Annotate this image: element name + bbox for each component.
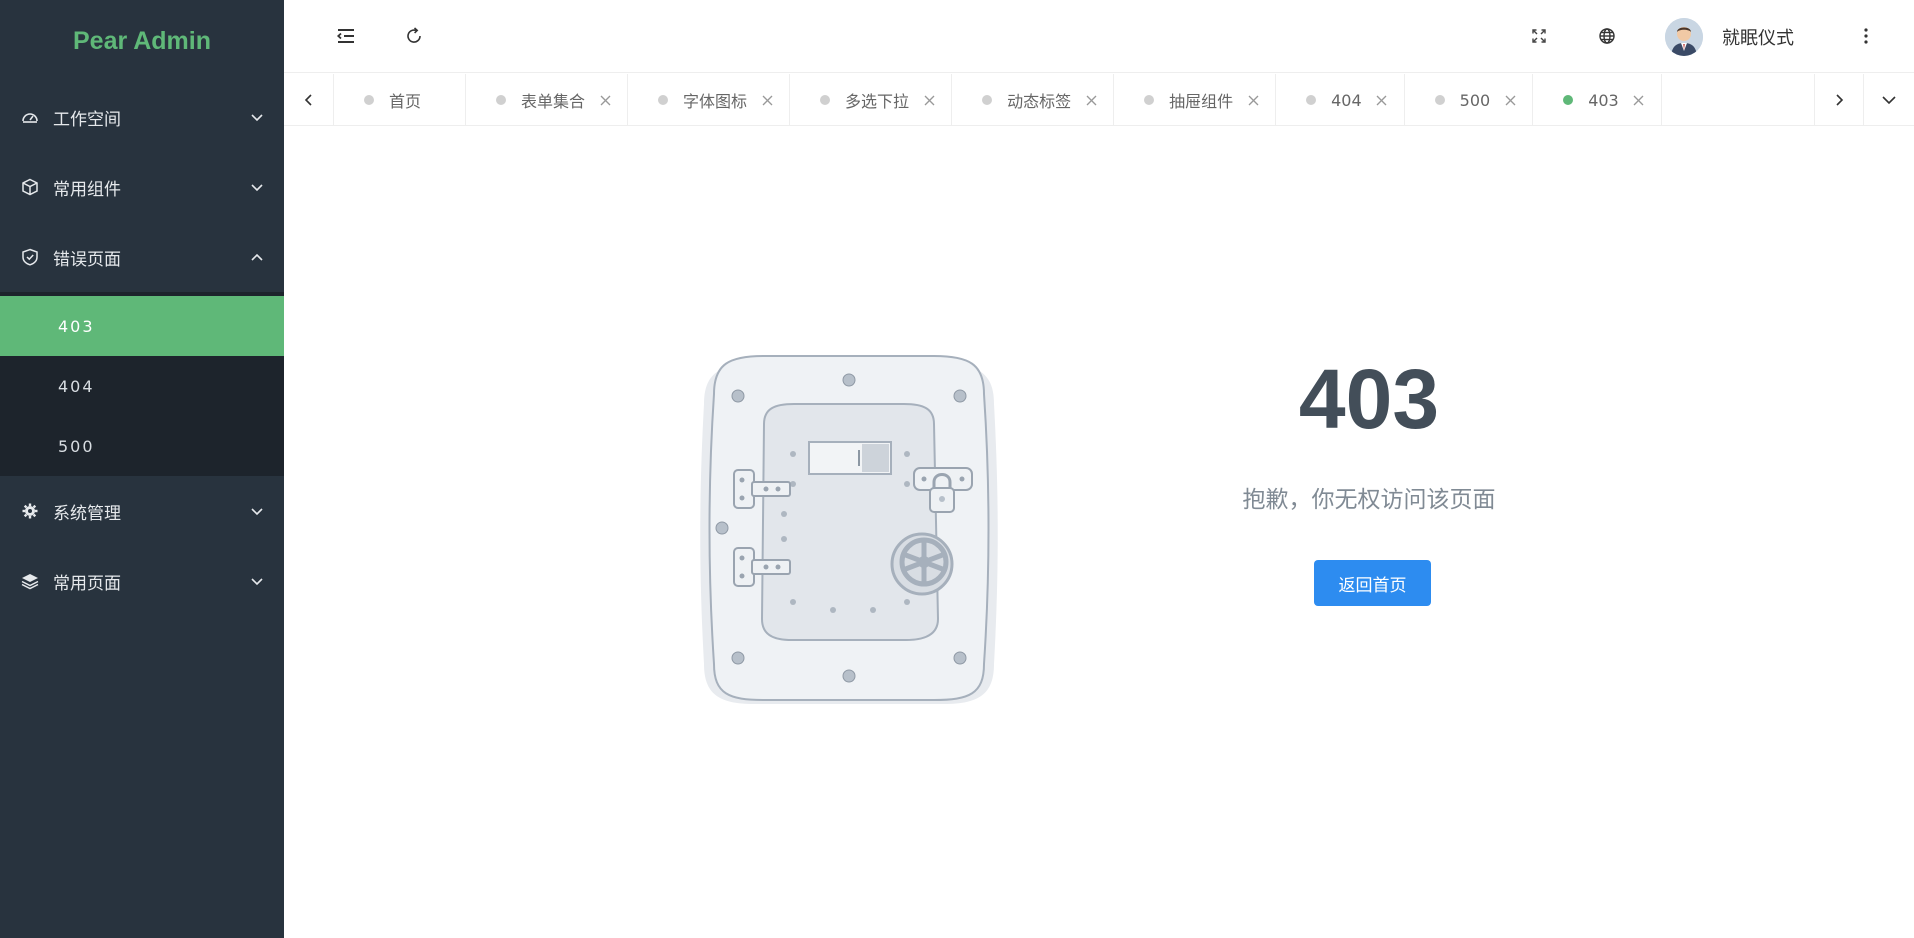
close-icon[interactable] bbox=[923, 94, 935, 106]
close-icon[interactable] bbox=[1376, 94, 1388, 106]
sidebar-item-system[interactable]: 系统管理 bbox=[0, 476, 284, 546]
tab-dot bbox=[658, 95, 669, 105]
sidebar-subitem-500[interactable]: 500 bbox=[0, 416, 284, 476]
menu-collapse-icon[interactable] bbox=[332, 22, 360, 50]
chevron-down-icon bbox=[250, 574, 264, 588]
tab-home[interactable]: 首页 bbox=[334, 74, 467, 126]
tab-label: 表单集合 bbox=[521, 92, 586, 111]
refresh-icon[interactable] bbox=[400, 22, 428, 50]
submenu-error-pages: 403 404 500 bbox=[0, 292, 284, 476]
sidebar-item-label: 常用页面 bbox=[53, 573, 121, 594]
tab-list: 首页 表单集合 字体图标 多选下拉 动态标签 抽屉组件 404 500 403 bbox=[334, 74, 1662, 126]
tab-scroll-left-button[interactable] bbox=[284, 74, 334, 126]
close-icon[interactable] bbox=[1504, 94, 1516, 106]
sidebar-item-common-pages[interactable]: 常用页面 bbox=[0, 546, 284, 616]
close-icon[interactable] bbox=[1247, 94, 1259, 106]
sidebar-item-label: 错误页面 bbox=[53, 249, 121, 270]
tab-404[interactable]: 404 bbox=[1276, 74, 1405, 126]
close-icon[interactable] bbox=[1085, 94, 1097, 106]
back-home-button[interactable]: 返回首页 bbox=[1314, 560, 1431, 606]
tab-dot bbox=[820, 95, 831, 105]
tab-dot bbox=[1563, 95, 1574, 105]
tab-label: 首页 bbox=[389, 92, 422, 111]
tab-403[interactable]: 403 bbox=[1533, 74, 1662, 126]
app-logo[interactable]: Pear Admin bbox=[0, 0, 284, 82]
error-description: 抱歉，你无权访问该页面 bbox=[1242, 487, 1496, 513]
tab-dot bbox=[1144, 95, 1155, 105]
close-icon[interactable] bbox=[1633, 94, 1645, 106]
fullscreen-icon[interactable] bbox=[1525, 22, 1553, 50]
globe-icon[interactable] bbox=[1593, 22, 1621, 50]
top-header: 就眠仪式 bbox=[284, 0, 1914, 73]
tab-bar: 首页 表单集合 字体图标 多选下拉 动态标签 抽屉组件 404 500 403 bbox=[284, 74, 1914, 126]
more-vertical-icon[interactable] bbox=[1852, 22, 1880, 50]
tab-label: 字体图标 bbox=[683, 92, 748, 111]
sidebar-item-label: 工作空间 bbox=[53, 109, 121, 130]
tab-label: 403 bbox=[1588, 90, 1619, 110]
locked-door-illustration bbox=[694, 344, 1014, 728]
tab-dot bbox=[364, 95, 374, 105]
tab-multi-select[interactable]: 多选下拉 bbox=[790, 74, 953, 126]
cube-icon bbox=[20, 177, 40, 197]
sidebar-subitem-404[interactable]: 404 bbox=[0, 356, 284, 416]
tab-dot bbox=[496, 95, 507, 105]
tab-dot bbox=[1306, 95, 1317, 105]
tab-dot bbox=[1434, 95, 1445, 105]
chevron-up-icon bbox=[250, 250, 264, 264]
username[interactable]: 就眠仪式 bbox=[1722, 24, 1794, 50]
tab-label: 500 bbox=[1459, 90, 1491, 110]
tab-scroll-right-button[interactable] bbox=[1814, 74, 1864, 126]
tab-drawer[interactable]: 抽屉组件 bbox=[1114, 74, 1277, 126]
error-code: 403 bbox=[1298, 352, 1440, 446]
tab-500[interactable]: 500 bbox=[1405, 74, 1534, 126]
tab-forms[interactable]: 表单集合 bbox=[466, 74, 629, 126]
tab-font-icons[interactable]: 字体图标 bbox=[628, 74, 791, 126]
close-icon[interactable] bbox=[599, 94, 611, 106]
tab-dropdown-button[interactable] bbox=[1864, 74, 1914, 126]
tab-dynamic-tags[interactable]: 动态标签 bbox=[952, 74, 1115, 126]
sidebar-subitem-403[interactable]: 403 bbox=[0, 296, 284, 356]
shield-icon bbox=[20, 247, 40, 267]
gear-icon bbox=[20, 501, 40, 521]
sidebar-item-error-pages[interactable]: 错误页面 bbox=[0, 222, 284, 292]
sidebar: Pear Admin 工作空间 常用组件 错误页面 403 404 500 系统… bbox=[0, 0, 284, 938]
chevron-down-icon bbox=[250, 110, 264, 124]
layers-icon bbox=[20, 571, 40, 591]
close-icon[interactable] bbox=[761, 94, 773, 106]
chevron-down-icon bbox=[250, 504, 264, 518]
tab-label: 多选下拉 bbox=[845, 92, 910, 111]
sidebar-item-components[interactable]: 常用组件 bbox=[0, 152, 284, 222]
sidebar-item-workspace[interactable]: 工作空间 bbox=[0, 82, 284, 152]
sidebar-item-label: 系统管理 bbox=[53, 503, 121, 524]
avatar[interactable] bbox=[1665, 18, 1703, 56]
tab-label: 动态标签 bbox=[1007, 92, 1072, 111]
tab-label: 404 bbox=[1331, 90, 1362, 110]
dashboard-icon bbox=[20, 107, 40, 127]
main-content: 403 抱歉，你无权访问该页面 返回首页 bbox=[284, 126, 1914, 938]
tab-dot bbox=[982, 95, 993, 105]
chevron-down-icon bbox=[250, 180, 264, 194]
tab-label: 抽屉组件 bbox=[1169, 92, 1234, 111]
sidebar-item-label: 常用组件 bbox=[53, 179, 121, 200]
